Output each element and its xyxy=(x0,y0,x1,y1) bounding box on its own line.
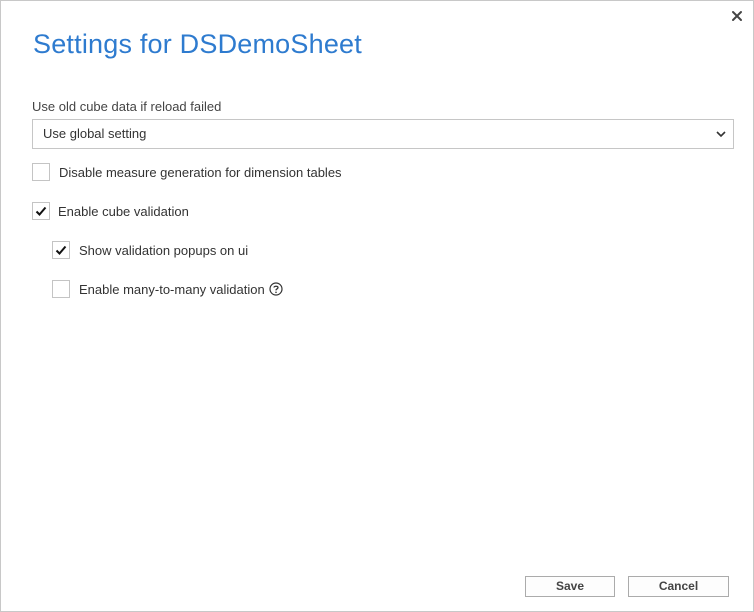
disable-measure-generation-label: Disable measure generation for dimension… xyxy=(59,164,342,180)
chevron-down-icon xyxy=(716,131,726,138)
settings-dialog: Settings for DSDemoSheet Use old cube da… xyxy=(0,0,754,612)
help-icon[interactable] xyxy=(269,282,283,296)
show-validation-popups-label: Show validation popups on ui xyxy=(79,242,249,258)
enable-many-to-many-label: Enable many-to-many validation xyxy=(79,281,265,297)
close-button[interactable] xyxy=(729,8,745,24)
check-icon xyxy=(55,245,67,255)
dialog-title: Settings for DSDemoSheet xyxy=(33,29,362,59)
check-icon xyxy=(35,206,47,216)
show-validation-popups-checkbox[interactable] xyxy=(52,241,70,259)
cancel-button[interactable]: Cancel xyxy=(628,576,729,597)
disable-measure-generation-checkbox[interactable] xyxy=(32,163,50,181)
disable-measure-generation-option[interactable]: Disable measure generation for dimension… xyxy=(32,163,342,181)
reload-setting-select[interactable]: Use global setting xyxy=(32,119,734,149)
close-icon xyxy=(732,11,742,21)
enable-cube-validation-label: Enable cube validation xyxy=(58,203,189,219)
enable-cube-validation-checkbox[interactable] xyxy=(32,202,50,220)
enable-many-to-many-checkbox[interactable] xyxy=(52,280,70,298)
enable-many-to-many-option[interactable]: Enable many-to-many validation xyxy=(52,280,283,298)
show-validation-popups-option[interactable]: Show validation popups on ui xyxy=(52,241,248,259)
reload-setting-label: Use old cube data if reload failed xyxy=(32,99,222,114)
enable-cube-validation-option[interactable]: Enable cube validation xyxy=(32,202,189,220)
save-button[interactable]: Save xyxy=(525,576,615,597)
reload-setting-value: Use global setting xyxy=(43,126,147,141)
